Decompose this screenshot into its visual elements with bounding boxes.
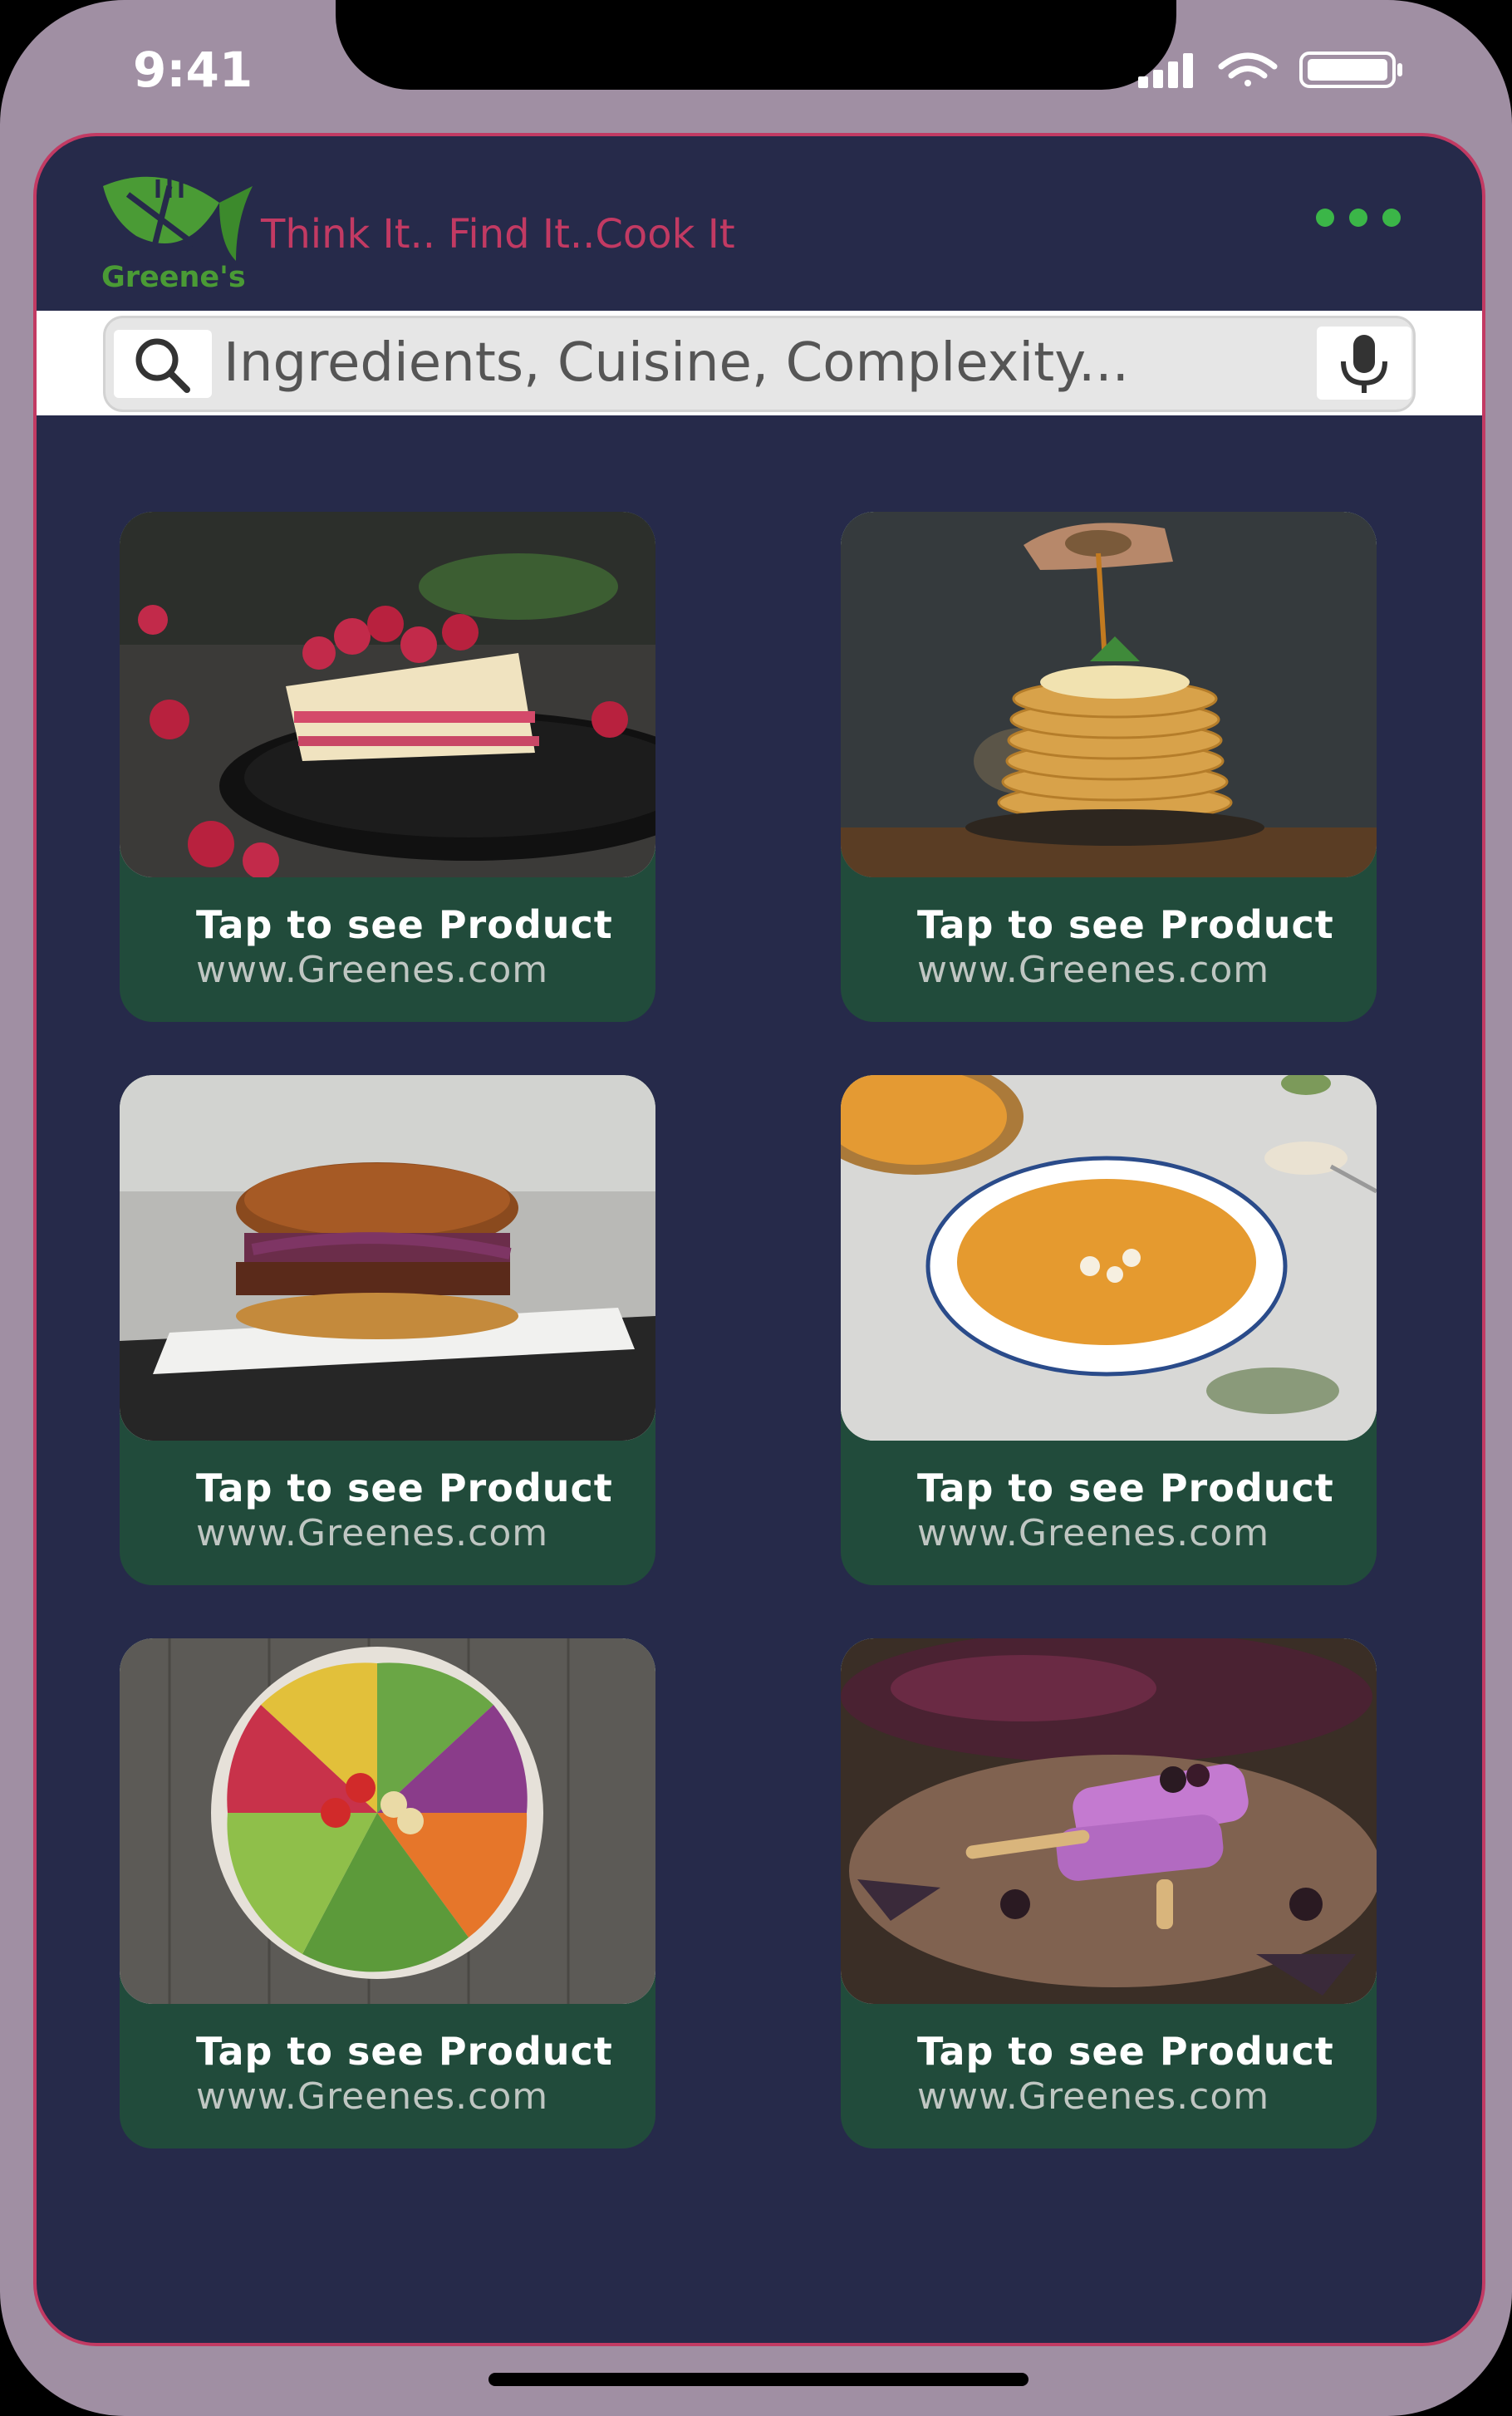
berry-popsicle-photo (841, 1638, 1377, 2004)
card-title: Tap to see Product (917, 2029, 1334, 2074)
search-button[interactable] (114, 330, 212, 398)
logo-text: Greene's (101, 261, 246, 294)
phone-frame: 9:41 Greene's Think It.. Find It..Cook I… (0, 0, 1512, 2416)
card-title: Tap to see Product (196, 2029, 613, 2074)
tagline: Think It.. Find It..Cook It (261, 211, 735, 258)
status-time: 9:41 (133, 42, 253, 98)
search-bar (37, 311, 1482, 415)
product-card[interactable]: Tap to see Product www.Greenes.com (120, 1638, 655, 2148)
signal-icon (1138, 53, 1193, 88)
product-card[interactable]: Tap to see Product www.Greenes.com (120, 512, 655, 1022)
card-url: www.Greenes.com (196, 2075, 549, 2118)
card-url: www.Greenes.com (196, 949, 549, 991)
battery-icon (1299, 52, 1402, 88)
microphone-icon (1341, 335, 1387, 393)
pumpkin-soup-photo (841, 1075, 1377, 1441)
card-title: Tap to see Product (196, 1466, 613, 1510)
card-url: www.Greenes.com (917, 1512, 1270, 1554)
search-input[interactable] (223, 325, 1287, 401)
voice-search-button[interactable] (1317, 327, 1411, 400)
product-card[interactable]: Tap to see Product www.Greenes.com (841, 1075, 1377, 1585)
product-card[interactable]: Tap to see Product www.Greenes.com (841, 512, 1377, 1022)
card-title: Tap to see Product (917, 902, 1334, 947)
home-indicator[interactable] (488, 2373, 1028, 2386)
card-title: Tap to see Product (917, 1466, 1334, 1510)
search-field[interactable] (103, 316, 1416, 412)
card-url: www.Greenes.com (917, 949, 1270, 991)
burger-photo (120, 1075, 655, 1441)
card-url: www.Greenes.com (196, 1512, 549, 1554)
more-options-icon[interactable] (1316, 201, 1416, 234)
app-screen: Greene's Think It.. Find It..Cook It Ing… (33, 133, 1485, 2346)
salad-bowl-photo (120, 1638, 655, 2004)
card-url: www.Greenes.com (917, 2075, 1270, 2118)
pancake-stack-photo (841, 512, 1377, 877)
product-card[interactable]: Tap to see Product www.Greenes.com (120, 1075, 655, 1585)
app-header: Greene's Think It.. Find It..Cook It (37, 136, 1482, 307)
card-title: Tap to see Product (196, 902, 613, 947)
notch (336, 0, 1176, 90)
search-icon (135, 338, 190, 393)
product-card[interactable]: Tap to see Product www.Greenes.com (841, 1638, 1377, 2148)
status-icons (1138, 52, 1402, 88)
raspberry-cake-photo (120, 512, 655, 877)
wifi-icon (1218, 52, 1278, 86)
